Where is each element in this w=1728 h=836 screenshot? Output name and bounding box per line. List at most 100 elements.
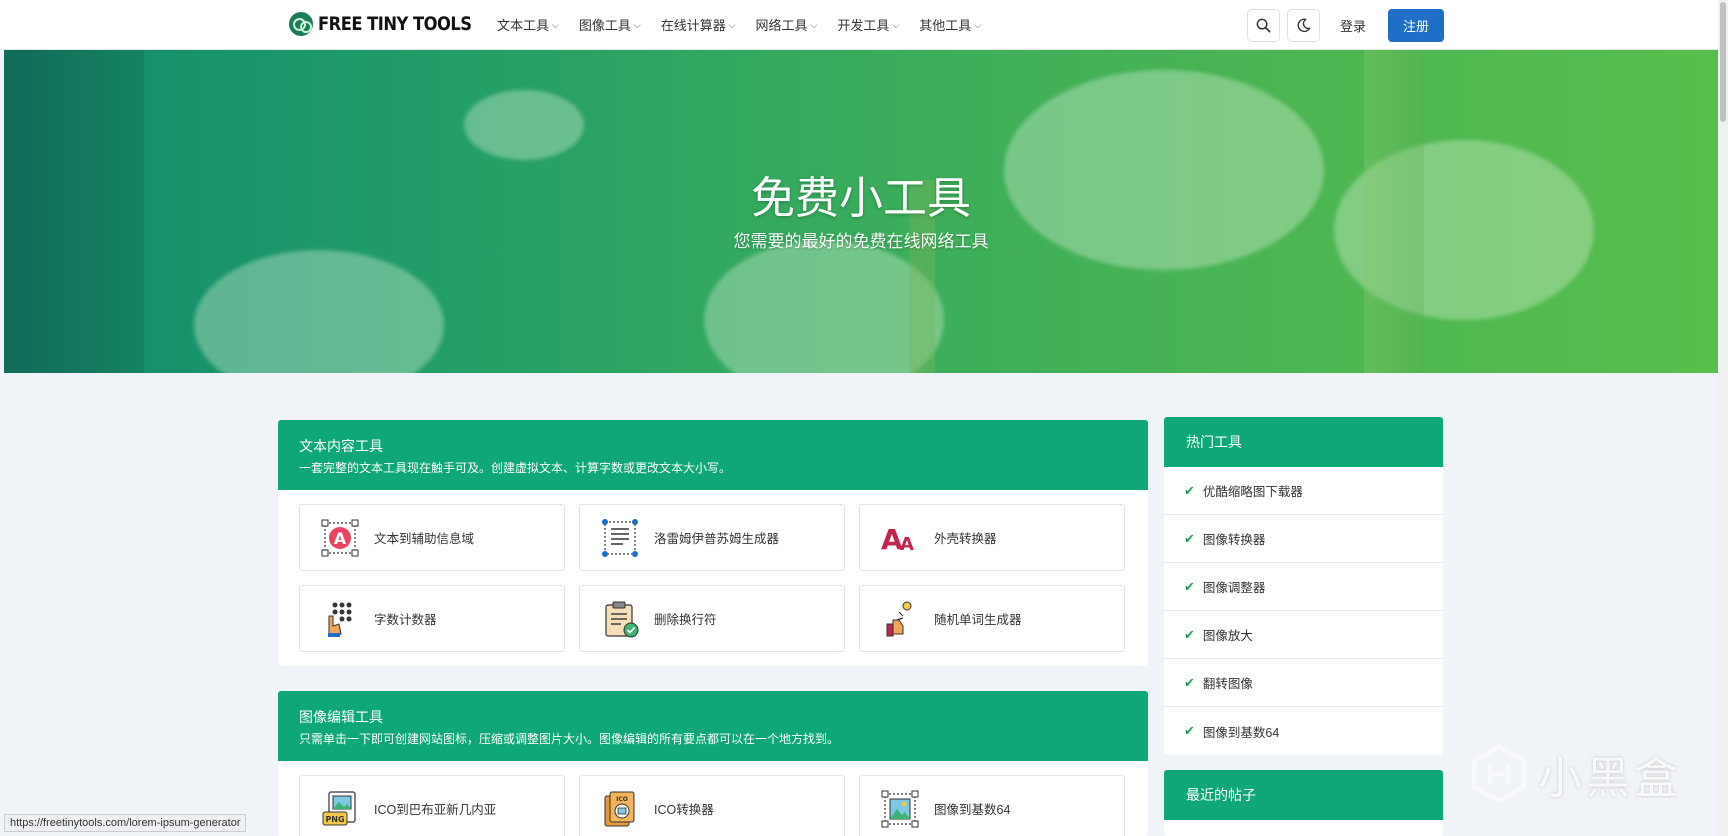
popular-tools-panel: 热门工具 ✔ 优酷缩略图下载器 ✔ 图像转换器 ✔ 图像调整器 ✔ 图像放大 ✔ 翻转图像… bbox=[1164, 417, 1443, 755]
tool-label: 随机单词生成器 bbox=[934, 613, 1022, 627]
gears-logo-icon bbox=[289, 12, 313, 36]
popular-tool-item[interactable]: ✔ 图像调整器 bbox=[1164, 563, 1443, 611]
login-link[interactable]: 登录 bbox=[1340, 16, 1366, 35]
popular-tool-item[interactable]: ✔ 翻转图像 bbox=[1164, 659, 1443, 707]
cloud-decoration bbox=[194, 250, 444, 373]
chevron-down-icon: ⌵ bbox=[974, 20, 982, 30]
section-description: 一套完整的文本工具现在触手可及。创建虚拟文本、计算字数或更改文本大小写。 bbox=[299, 461, 732, 475]
status-bar-url: https://freetinytools.com/lorem-ipsum-ge… bbox=[4, 814, 247, 832]
nav-label: 网络工具 bbox=[755, 18, 808, 33]
popular-tool-item[interactable]: ✔ 图像到基数64 bbox=[1164, 707, 1443, 755]
nav-dev-tools[interactable]: 开发工具 ⌵ bbox=[837, 15, 899, 34]
popular-tool-label: 图像调整器 bbox=[1202, 581, 1266, 595]
nav-label: 文本工具 bbox=[497, 18, 550, 33]
popular-tool-label: 优酷缩略图下载器 bbox=[1202, 485, 1303, 499]
brand-logo-link[interactable]: FREE TINY TOOLS bbox=[289, 12, 497, 36]
brand-name: FREE TINY TOOLS bbox=[318, 13, 472, 35]
random-hand-icon bbox=[880, 599, 920, 639]
search-icon bbox=[1256, 18, 1271, 33]
tool-card[interactable]: 随机单词生成器 bbox=[859, 585, 1125, 652]
popular-tools-title: 热门工具 bbox=[1164, 417, 1443, 467]
section-header: 图像编辑工具 只需单击一下即可创建网站图标，压缩或调整图片大小。图像编辑的所有要… bbox=[278, 691, 1148, 761]
tool-label: 文本到辅助信息域 bbox=[374, 532, 475, 546]
popular-tool-item[interactable]: ✔ 图像转换器 bbox=[1164, 515, 1443, 563]
section-description: 只需单击一下即可创建网站图标，压缩或调整图片大小。图像编辑的所有要点都可以在一个… bbox=[299, 732, 840, 746]
tool-label: ICO到巴布亚新几内亚 bbox=[374, 803, 497, 817]
chevron-down-icon: ⌵ bbox=[633, 20, 641, 30]
hero-title: 免费小工具 bbox=[751, 174, 971, 223]
tool-card[interactable]: PNG ICO到巴布亚新几内亚 bbox=[299, 775, 565, 836]
image-frame-icon bbox=[880, 789, 920, 829]
hero-banner: 免费小工具 您需要的最好的免费在线网络工具 bbox=[4, 50, 1718, 373]
popular-tool-label: 翻转图像 bbox=[1202, 677, 1253, 691]
image-tools-section: 图像编辑工具 只需单击一下即可创建网站图标，压缩或调整图片大小。图像编辑的所有要… bbox=[278, 691, 1148, 836]
nav-label: 开发工具 bbox=[837, 18, 890, 33]
recent-posts-title: 最近的帖子 bbox=[1164, 770, 1443, 820]
tool-label: 字数计数器 bbox=[374, 613, 437, 627]
tool-card[interactable]: 洛雷姆伊普苏姆生成器 bbox=[579, 504, 845, 571]
text-tools-section: 文本内容工具 一套完整的文本工具现在触手可及。创建虚拟文本、计算字数或更改文本大… bbox=[278, 420, 1148, 666]
nav-other-tools[interactable]: 其他工具 ⌵ bbox=[919, 15, 981, 34]
section-header: 文本内容工具 一套完整的文本工具现在触手可及。创建虚拟文本、计算字数或更改文本大… bbox=[278, 420, 1148, 490]
text-a-icon: A bbox=[320, 518, 360, 558]
check-icon: ✔ bbox=[1184, 578, 1195, 594]
nav-label: 其他工具 bbox=[919, 18, 972, 33]
watermark: 小黑盒 bbox=[1470, 742, 1682, 806]
moon-icon bbox=[1297, 18, 1311, 33]
nav-text-tools[interactable]: 文本工具 ⌵ bbox=[497, 15, 559, 34]
tool-card[interactable]: A 文本到辅助信息域 bbox=[299, 504, 565, 571]
tool-card[interactable]: 删除换行符 bbox=[579, 585, 845, 652]
tool-card[interactable]: 字数计数器 bbox=[299, 585, 565, 652]
chevron-down-icon: ⌵ bbox=[728, 20, 736, 30]
scrollbar-thumb[interactable] bbox=[1720, 2, 1726, 122]
register-button[interactable]: 注册 bbox=[1388, 9, 1444, 42]
watermark-logo-icon bbox=[1471, 744, 1527, 804]
check-icon: ✔ bbox=[1184, 723, 1195, 738]
popular-tool-label: 图像转换器 bbox=[1202, 533, 1266, 547]
clipboard-check-icon bbox=[600, 599, 640, 639]
dark-mode-toggle[interactable] bbox=[1287, 9, 1320, 42]
search-button[interactable] bbox=[1247, 9, 1280, 42]
tool-label: 洛雷姆伊普苏姆生成器 bbox=[654, 532, 780, 546]
svg-text:ICO: ICO bbox=[616, 796, 628, 803]
main-nav: 文本工具 ⌵ 图像工具 ⌵ 在线计算器 ⌵ 网络工具 ⌵ 开发工具 ⌵ 其他工具 ⌵ bbox=[497, 15, 981, 34]
tool-label: ICO转换器 bbox=[654, 803, 714, 817]
tool-card[interactable]: ICO ICO转换器 bbox=[579, 775, 845, 836]
check-icon: ✔ bbox=[1184, 674, 1195, 690]
nav-network-tools[interactable]: 网络工具 ⌵ bbox=[756, 15, 818, 34]
nav-image-tools[interactable]: 图像工具 ⌵ bbox=[579, 15, 641, 34]
tool-card[interactable]: AA 外壳转换器 bbox=[859, 504, 1125, 571]
watermark-text: 小黑盒 bbox=[1538, 754, 1682, 803]
scrollbar-track[interactable] bbox=[1718, 0, 1728, 836]
tool-label: 删除换行符 bbox=[654, 613, 717, 627]
cloud-decoration bbox=[704, 240, 944, 373]
tool-label: 图像到基数64 bbox=[934, 803, 1011, 817]
png-file-icon: PNG bbox=[320, 789, 360, 829]
popular-tool-label: 图像到基数64 bbox=[1202, 725, 1280, 740]
popular-tool-item[interactable]: ✔ 优酷缩略图下载器 bbox=[1164, 467, 1443, 515]
nav-label: 在线计算器 bbox=[660, 18, 726, 33]
nav-calculators[interactable]: 在线计算器 ⌵ bbox=[661, 15, 736, 34]
case-aa-icon: AA bbox=[880, 518, 920, 558]
svg-text:PNG: PNG bbox=[325, 815, 344, 824]
hand-count-icon bbox=[320, 599, 360, 639]
check-icon: ✔ bbox=[1184, 530, 1195, 546]
check-icon: ✔ bbox=[1184, 482, 1195, 498]
popular-tool-label: 图像放大 bbox=[1202, 629, 1253, 643]
check-icon: ✔ bbox=[1184, 626, 1195, 642]
top-navbar: FREE TINY TOOLS 文本工具 ⌵ 图像工具 ⌵ 在线计算器 ⌵ 网络工具 ⌵… bbox=[0, 0, 1718, 50]
lorem-doc-icon bbox=[600, 518, 640, 558]
svg-text:A: A bbox=[334, 529, 347, 548]
popular-tool-item[interactable]: ✔ 图像放大 bbox=[1164, 611, 1443, 659]
chevron-down-icon: ⌵ bbox=[552, 20, 559, 30]
hero-subtitle: 您需要的最好的免费在线网络工具 bbox=[733, 232, 989, 251]
ico-file-icon: ICO bbox=[600, 789, 640, 829]
tool-label: 外壳转换器 bbox=[934, 532, 997, 546]
tool-card[interactable]: 图像到基数64 bbox=[859, 775, 1125, 836]
chevron-down-icon: ⌵ bbox=[810, 20, 818, 30]
cloud-decoration bbox=[464, 90, 584, 160]
section-title: 图像编辑工具 bbox=[299, 709, 383, 725]
recent-posts-panel: 最近的帖子 bbox=[1164, 770, 1443, 836]
svg-text:A: A bbox=[900, 534, 914, 555]
section-title: 文本内容工具 bbox=[299, 438, 383, 454]
